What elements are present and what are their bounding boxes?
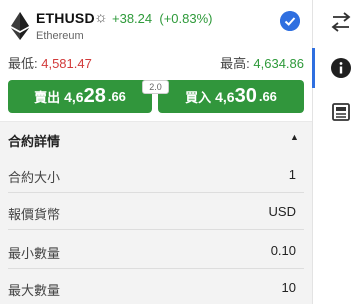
info-icon[interactable] bbox=[330, 57, 352, 79]
ethereum-logo-icon bbox=[11, 12, 29, 40]
verified-check-icon bbox=[280, 11, 300, 31]
detail-value: 0.10 bbox=[270, 243, 296, 258]
swap-arrows-icon[interactable] bbox=[330, 11, 352, 33]
sun-icon: ☼ bbox=[94, 9, 108, 26]
buy-button[interactable]: 買入 4,6 30.66 bbox=[158, 80, 304, 113]
instrument-panel: ETHUSD ☼ +38.24 (+0.83%) Ethereum 最低: 4,… bbox=[0, 0, 312, 304]
instrument-header: ETHUSD ☼ +38.24 (+0.83%) Ethereum bbox=[8, 6, 304, 46]
newspaper-icon[interactable] bbox=[330, 101, 352, 123]
section-title: 合約詳情 bbox=[8, 134, 61, 149]
detail-label: 最小數量 bbox=[8, 246, 61, 261]
detail-row: 最小數量 0.10 bbox=[8, 243, 296, 261]
buy-price-tail: .66 bbox=[258, 89, 277, 104]
spread-badge: 2.0 bbox=[142, 80, 169, 94]
instrument-symbol: ETHUSD bbox=[36, 10, 95, 26]
row-divider bbox=[8, 229, 304, 230]
detail-label: 合約大小 bbox=[8, 170, 61, 185]
detail-label: 報價貨幣 bbox=[8, 207, 61, 222]
sell-label: 賣出 bbox=[34, 90, 61, 105]
price-change: +38.24 (+0.83%) bbox=[112, 11, 213, 26]
sell-price-lead: 4,6 bbox=[64, 88, 84, 105]
sell-price-big: 28 bbox=[83, 85, 106, 107]
detail-value: USD bbox=[268, 204, 296, 219]
active-tab-indicator bbox=[312, 48, 315, 88]
detail-value: 10 bbox=[281, 280, 296, 295]
buy-price-lead: 4,6 bbox=[215, 88, 235, 105]
high-price: 最高: 4,634.86 bbox=[220, 56, 304, 71]
detail-row: 合約大小 1 bbox=[8, 167, 296, 185]
sell-button[interactable]: 賣出 4,6 28.66 bbox=[8, 80, 152, 113]
buy-price-big: 30 bbox=[234, 85, 257, 107]
detail-row: 報價貨幣 USD bbox=[8, 204, 296, 222]
side-rail bbox=[312, 0, 360, 304]
detail-value: 1 bbox=[288, 167, 296, 182]
instrument-name: Ethereum bbox=[36, 30, 84, 42]
low-price: 最低: 4,581.47 bbox=[8, 56, 92, 71]
detail-row: 最大數量 10 bbox=[8, 280, 296, 298]
caret-up-icon: ▲ bbox=[290, 132, 299, 142]
row-divider bbox=[8, 268, 304, 269]
buy-label: 買入 bbox=[185, 90, 212, 105]
row-divider bbox=[8, 192, 304, 193]
daily-range: 最低: 4,581.47 最高: 4,634.86 bbox=[8, 53, 304, 71]
contract-details-toggle[interactable]: 合約詳情 ▲ bbox=[0, 122, 312, 156]
sell-price-tail: .66 bbox=[107, 89, 126, 104]
contract-details-section: 合約詳情 ▲ 合約大小 1 報價貨幣 USD 最小數量 0.10 最大數量 10 bbox=[0, 122, 312, 304]
detail-label: 最大數量 bbox=[8, 283, 61, 298]
